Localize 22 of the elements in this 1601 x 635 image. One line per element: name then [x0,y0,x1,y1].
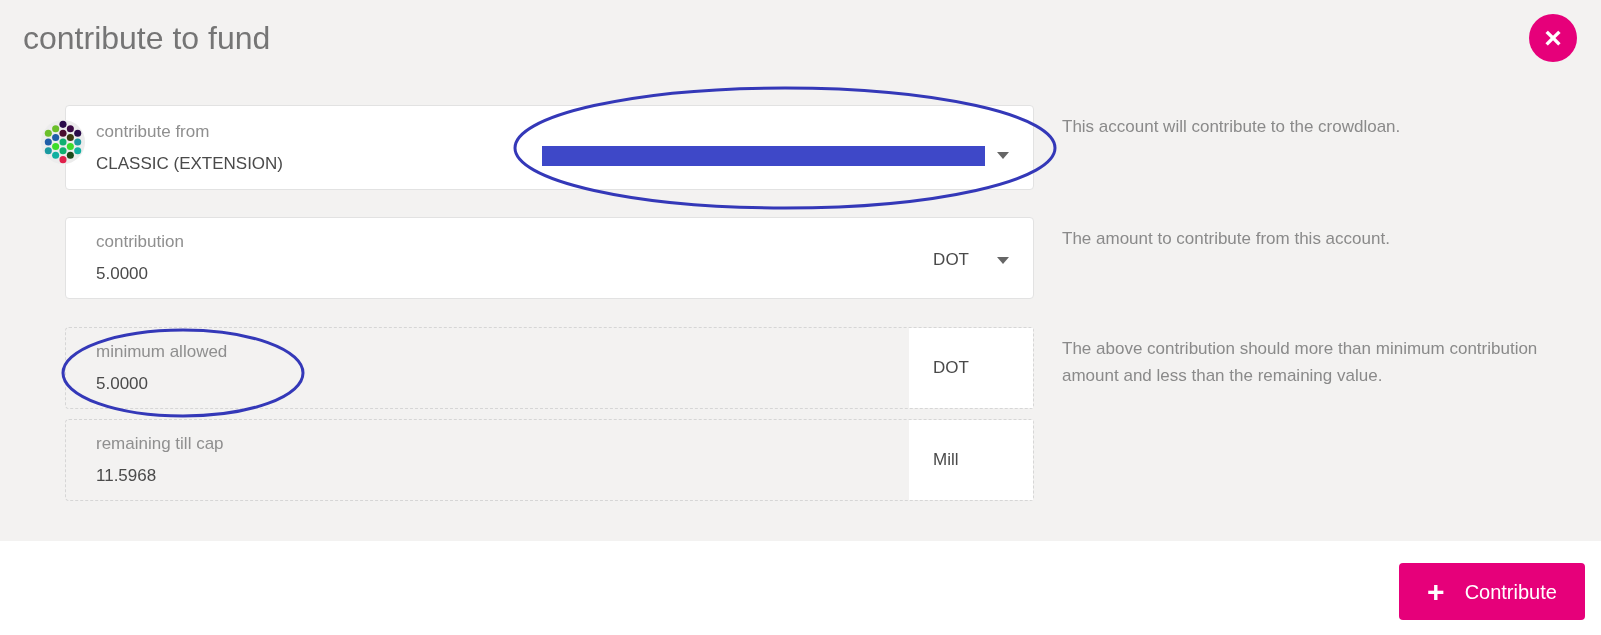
unit-label: DOT [909,328,1033,408]
unit-select[interactable]: DOT [933,247,969,273]
field-label: contribution [96,231,184,253]
close-button[interactable]: × [1529,14,1577,62]
plus-icon: + [1427,576,1445,607]
contribute-button[interactable]: + Contribute [1399,563,1585,620]
amount-input[interactable]: contribution 5.0000 DOT [65,217,1034,299]
caret-icon [997,256,1009,264]
help-text: The above contribution should more than minimum contribution amount and less than the remaining value. [1062,338,1539,387]
field-label: contribute from [96,120,211,143]
field-value: 11.5968 [96,465,158,487]
help-text: The amount to contribute from this account. [1062,228,1391,250]
field-label: minimum allowed [96,341,228,363]
caret-icon [997,152,1009,159]
account-select[interactable]: contribute from CLASSIC (EXTENSION) [65,105,1034,190]
dialog-title: contribute to fund [23,19,271,58]
field-label: remaining till cap [96,433,224,455]
unit-label: Mill [909,420,1033,500]
field-value: 5.0000 [96,263,149,285]
field-value: 5.0000 [96,373,149,395]
help-text: This account will contribute to the crowdloan. [1062,116,1402,138]
field-value: CLASSIC (EXTENSION) [96,152,284,175]
